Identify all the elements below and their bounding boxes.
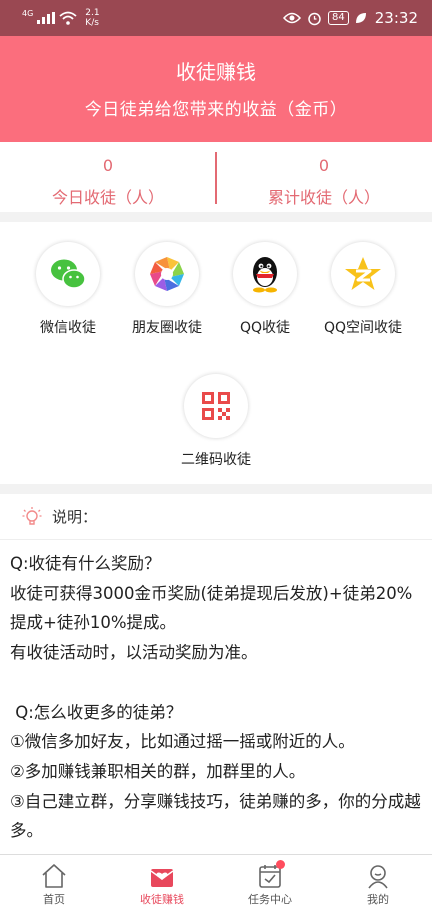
- stats-panel: 0 今日收徒（人） 0 累计收徒（人）: [0, 142, 432, 212]
- signal-icon: [37, 12, 56, 24]
- wifi-icon: [59, 11, 77, 25]
- notification-dot: [276, 860, 285, 869]
- faq-line: 有收徒活动时，以活动奖励为准。: [10, 643, 258, 663]
- faq-line: Q:收徒有什么奖励？: [10, 554, 161, 573]
- divider: [215, 152, 217, 204]
- share-wechat-button[interactable]: 微信收徒: [18, 242, 118, 337]
- page-title: 收徒赚钱: [176, 60, 256, 84]
- status-bar: 4G 2.1 K/s 84 23:32: [0, 0, 432, 36]
- share-qzone-button[interactable]: QQ空间收徒: [313, 242, 413, 337]
- share-options: 微信收徒 朋友圈收徒 QQ收徒 QQ空间收徒 二维码收徒: [0, 222, 432, 484]
- stat-label: 今日收徒（人）: [51, 188, 164, 207]
- faq-line: [10, 668, 422, 698]
- stat-total: 0 累计收徒（人）: [216, 142, 432, 212]
- alarm-icon: [308, 12, 321, 25]
- share-qq-button[interactable]: QQ收徒: [215, 242, 315, 337]
- faq-line: Q:怎么收更多的徒弟？: [10, 702, 183, 722]
- tab-home[interactable]: 首页: [0, 855, 108, 912]
- stat-today: 0 今日收徒（人）: [0, 142, 216, 212]
- share-moments-button[interactable]: 朋友圈收徒: [117, 242, 217, 337]
- header-banner: 收徒赚钱 今日徒弟给您带来的收益（金币）: [0, 36, 432, 142]
- eye-icon: [283, 12, 302, 24]
- faq-line: ②多加赚钱兼职相关的群，加群里的人。: [10, 761, 306, 781]
- network-speed: 2.1 K/s: [85, 8, 100, 28]
- tab-recruit[interactable]: 收徒赚钱: [108, 855, 216, 912]
- qzone-icon: [345, 257, 381, 290]
- explanation-panel: 说明： Q:收徒有什么奖励？ 收徒可获得3000金币奖励(徒弟提现后发放)+徒弟…: [0, 494, 432, 854]
- leaf-icon: [355, 13, 366, 23]
- share-qrcode-button[interactable]: 二维码收徒: [166, 374, 266, 469]
- faq-line: ③自己建立群，分享赚钱技巧，徒弟赚的多，你的分成越多。: [10, 791, 421, 841]
- network-type: 4G: [22, 9, 34, 18]
- stat-value: 0: [102, 156, 114, 175]
- qrcode-icon: [201, 392, 231, 420]
- home-icon: [42, 864, 66, 888]
- tab-tasks[interactable]: 任务中心: [216, 855, 324, 912]
- moments-icon: [150, 257, 184, 291]
- stat-label: 累计收徒（人）: [267, 188, 380, 207]
- explanation-header: 说明：: [0, 494, 432, 540]
- tab-profile[interactable]: 我的: [324, 855, 432, 912]
- lightbulb-icon: [22, 506, 42, 525]
- wechat-icon: [51, 259, 86, 289]
- explanation-title: 说明：: [52, 508, 98, 526]
- explanation-text: Q:收徒有什么奖励？ 收徒可获得3000金币奖励(徒弟提现后发放)+徒弟20%提…: [0, 540, 432, 846]
- qq-icon: [253, 257, 277, 293]
- heart-envelope-icon: [150, 869, 174, 887]
- faq-line: 收徒可获得3000金币奖励(徒弟提现后发放)+徒弟20%提成+徒孙10%提成。: [10, 583, 413, 633]
- page-subtitle: 今日徒弟给您带来的收益（金币）: [84, 100, 348, 120]
- faq-line: ①微信多加好友，比如通过摇一摇或附近的人。: [10, 732, 355, 752]
- profile-icon: [368, 865, 388, 889]
- stat-value: 0: [318, 156, 330, 175]
- battery-icon: 84: [328, 11, 349, 25]
- bottom-tab-bar: 首页 收徒赚钱 任务中心 我的: [0, 854, 432, 912]
- clock: 23:32: [374, 9, 418, 27]
